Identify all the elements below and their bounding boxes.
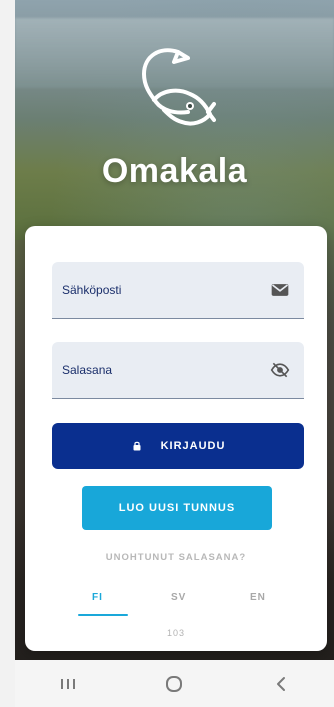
language-sv[interactable]: SV xyxy=(171,592,186,603)
logo-area: Omakala xyxy=(15,42,334,191)
forgot-password-link[interactable]: UNOHTUNUT SALASANA? xyxy=(25,552,327,563)
mail-icon xyxy=(271,284,289,296)
eye-off-icon[interactable] xyxy=(270,360,290,380)
login-card: Sähköposti Salasana KIRJAUDU LUO UUSI TU… xyxy=(25,226,327,651)
language-fi[interactable]: FI xyxy=(92,592,103,603)
system-navigation-bar xyxy=(15,660,334,707)
login-button-label: KIRJAUDU xyxy=(160,440,226,452)
back-icon xyxy=(276,676,285,691)
create-account-button[interactable]: LUO UUSI TUNNUS xyxy=(82,486,272,530)
email-field[interactable]: Sähköposti xyxy=(52,262,304,319)
password-field[interactable]: Salasana xyxy=(52,342,304,399)
back-button[interactable] xyxy=(261,669,301,699)
app-title: Omakala xyxy=(101,152,248,190)
recent-apps-button[interactable] xyxy=(48,669,88,699)
language-selector: FI SV EN xyxy=(77,586,277,616)
email-label: Sähköposti xyxy=(62,283,122,297)
create-account-button-label: LUO UUSI TUNNUS xyxy=(118,502,236,514)
recent-apps-icon xyxy=(61,678,76,689)
home-button[interactable] xyxy=(154,669,194,699)
login-button[interactable]: KIRJAUDU xyxy=(52,423,304,469)
fish-hook-logo-icon xyxy=(141,48,216,126)
password-label: Salasana xyxy=(62,363,113,377)
app-version: 103 xyxy=(166,628,186,638)
lock-icon xyxy=(133,441,141,451)
home-icon xyxy=(166,675,183,692)
selected-language-indicator xyxy=(78,614,128,616)
language-en[interactable]: EN xyxy=(250,592,266,603)
